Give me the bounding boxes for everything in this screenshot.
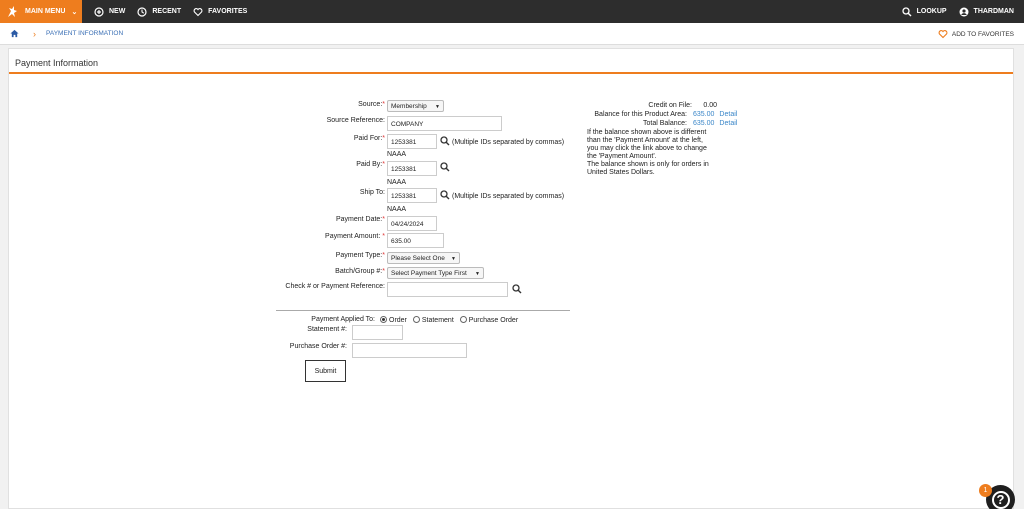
balance-info: Credit on File: 0.00 Balance for this Pr… (587, 101, 747, 177)
ship-to-name: NAAA (387, 206, 407, 213)
ship-to-hint: (Multiple IDs separated by commas) (452, 193, 565, 200)
breadcrumb-current[interactable]: PAYMENT INFORMATION (46, 30, 123, 37)
question-icon: ? (991, 490, 1010, 509)
applied-to-radio-group: Order Statement Purchase Order (380, 316, 518, 324)
check-reference-input[interactable] (387, 282, 508, 297)
payment-date-label: Payment Date:* (335, 216, 385, 223)
add-to-favorites-label: ADD TO FAVORITES (951, 30, 1014, 38)
new-button[interactable]: NEW (94, 6, 126, 17)
statement-label: Statement #: (307, 326, 347, 333)
purchase-order-input[interactable] (352, 343, 467, 358)
add-to-favorites-button[interactable]: ADD TO FAVORITES (938, 29, 1014, 39)
favorites-label: FAVORITES (208, 8, 248, 15)
paid-by-name: NAAA (387, 179, 407, 186)
caret-down-icon: ▼ (435, 104, 440, 110)
main-menu-button[interactable]: MAIN MENU ⌄ (0, 0, 82, 23)
payment-amount-label: Payment Amount: * (325, 233, 385, 240)
heart-icon (938, 30, 948, 39)
source-label: Source:* (358, 101, 385, 108)
page-title: Payment Information (9, 49, 1013, 74)
balance-note: If the balance shown above is different … (587, 129, 709, 176)
paid-by-label: Paid By:* (356, 161, 385, 168)
paid-by-input[interactable]: 1253381 (387, 161, 437, 176)
main-menu-label: MAIN MENU (25, 8, 66, 15)
total-balance-value: 635.00 (693, 120, 715, 127)
top-nav-right: LOOKUP THARDMAN (901, 0, 1024, 23)
plus-circle-icon (94, 6, 104, 17)
payment-date-input[interactable]: 04/24/2024 (387, 216, 437, 231)
new-label: NEW (109, 8, 126, 15)
ship-to-label: Ship To: (359, 189, 385, 196)
product-balance-value: 635.00 (693, 111, 715, 118)
paid-for-hint: (Multiple IDs separated by commas) (452, 139, 565, 146)
home-icon[interactable] (10, 29, 19, 38)
radio-order[interactable]: Order (380, 316, 407, 324)
batch-group-select[interactable]: Select Payment Type First ▼ (387, 267, 484, 279)
radio-statement[interactable]: Statement (412, 316, 454, 324)
notification-badge: 1 (979, 484, 992, 497)
breadcrumb: › PAYMENT INFORMATION ADD TO FAVORITES (0, 23, 1024, 45)
source-reference-label: Source Reference: (326, 117, 385, 124)
user-name: THARDMAN (973, 8, 1014, 15)
page: MAIN MENU ⌄ NEW RECENT FAVORITES LOOKUP … (0, 0, 1024, 509)
payment-type-select[interactable]: Please Select One ▼ (387, 252, 460, 264)
purchase-order-label: Purchase Order #: (289, 343, 347, 350)
recent-button[interactable]: RECENT (137, 6, 182, 17)
favorites-button[interactable]: FAVORITES (193, 7, 247, 17)
user-icon (959, 7, 969, 16)
total-balance-detail-link[interactable]: Detail (719, 119, 737, 128)
batch-group-label: Batch/Group #:* (335, 268, 385, 275)
credit-value: 0.00 (703, 102, 717, 109)
section-divider (276, 310, 570, 311)
payment-amount-input[interactable]: 635.00 (387, 233, 444, 248)
product-balance-detail-link[interactable]: Detail (719, 110, 737, 119)
search-icon (901, 6, 912, 16)
search-icon[interactable] (440, 162, 450, 172)
check-reference-label: Check # or Payment Reference: (285, 283, 385, 290)
chevron-right-icon: › (33, 28, 36, 39)
paid-for-label: Paid For:* (353, 135, 385, 142)
top-nav: MAIN MENU ⌄ NEW RECENT FAVORITES LOOKUP … (0, 0, 1024, 23)
statement-input[interactable] (352, 325, 403, 340)
caret-down-icon: ▼ (475, 271, 480, 277)
recent-label: RECENT (152, 8, 182, 15)
search-icon[interactable] (440, 136, 450, 146)
payment-panel: Payment Information (8, 48, 1014, 509)
source-select[interactable]: Membership ▼ (387, 100, 444, 112)
lookup-button[interactable]: LOOKUP (901, 6, 947, 17)
user-menu-button[interactable]: THARDMAN (959, 7, 1014, 17)
ship-to-input[interactable]: 1253381 (387, 188, 437, 203)
applied-to-label: Payment Applied To: (311, 316, 375, 323)
paid-for-name: NAAA (387, 151, 407, 158)
submit-button[interactable]: Submit (305, 360, 346, 382)
radio-purchase-order[interactable]: Purchase Order (459, 316, 518, 324)
search-icon[interactable] (440, 190, 450, 200)
search-icon[interactable] (512, 284, 522, 294)
caret-down-icon: ▼ (451, 256, 456, 262)
heart-icon (193, 7, 203, 16)
lookup-label: LOOKUP (916, 8, 947, 15)
paid-for-input[interactable]: 1253381 (387, 134, 437, 149)
credit-label: Credit on File: (648, 102, 692, 109)
product-balance-label: Balance for this Product Area: (594, 111, 687, 118)
total-balance-label: Total Balance: (643, 120, 687, 127)
logo-icon (8, 5, 17, 17)
source-reference-input[interactable]: COMPANY (387, 116, 502, 131)
payment-type-label: Payment Type:* (335, 252, 385, 259)
chevron-down-icon: ⌄ (71, 8, 78, 16)
history-icon (137, 6, 147, 17)
